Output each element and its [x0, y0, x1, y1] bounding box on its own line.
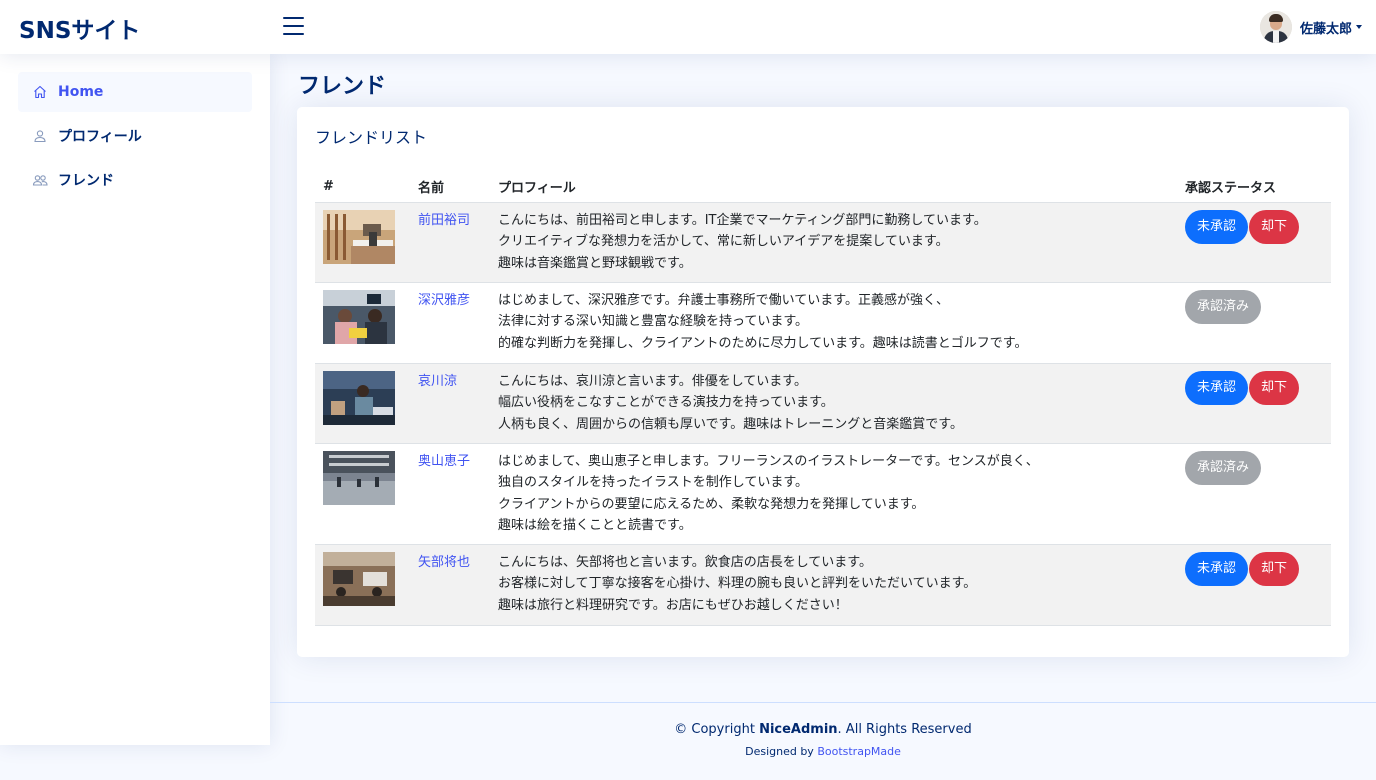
column-header-status: 承認ステータス — [1177, 171, 1331, 203]
friend-name-cell: 前田裕司 — [410, 202, 490, 283]
thumbnail-cell — [315, 544, 410, 626]
column-header-profile: プロフィール — [490, 171, 1177, 203]
profile-line: こんにちは、矢部将也と言います。飲食店の店長をしています。 — [498, 554, 873, 570]
copyright-text: © Copyright NiceAdmin. All Rights Reserv… — [270, 722, 1376, 737]
profile-cell: こんにちは、矢部将也と言います。飲食店の店長をしています。 お客様に対して丁寧な… — [490, 544, 1177, 626]
profile-line: 幅広い役柄をこなすことができる演技力を持っています。 — [498, 395, 834, 410]
user-name: 佐藤太郎 — [1299, 21, 1352, 37]
profile-line: 独自のスタイルを持ったイラストを制作しています。 — [498, 475, 809, 490]
status-cell: 未承認 却下 — [1177, 363, 1331, 444]
status-cell: 承認済み — [1177, 282, 1331, 364]
status-cell: 未承認 却下 — [1177, 544, 1331, 626]
profile-line: お客様に対して丁寧な接客を心掛け、料理の腕も良いと評判をいただいています。 — [498, 576, 977, 591]
friend-photo — [323, 289, 395, 344]
friend-name-link[interactable]: 奥山恵子 — [418, 454, 470, 469]
sidebar-item-label: プロフィール — [58, 129, 142, 145]
profile-line: 人柄も良く、周囲からの信頼も厚いです。趣味はトレーニングと音楽鑑賞です。 — [498, 416, 964, 432]
reject-button[interactable]: 却下 — [1249, 551, 1300, 586]
profile-line: 趣味は旅行と料理研究です。お店にもぜひお越しください！ — [498, 597, 848, 613]
approved-button[interactable]: 承認済み — [1185, 289, 1262, 324]
profile-line: 法律に対する深い知識と豊富な経験を持っています。 — [498, 314, 809, 329]
house-icon — [32, 84, 48, 100]
designer-link[interactable]: BootstrapMade — [817, 745, 901, 758]
profile-line: こんにちは、哀川涼と言います。俳優をしています。 — [498, 373, 808, 389]
table-header-row: # 名前 プロフィール 承認ステータス — [315, 171, 1331, 203]
pending-button[interactable]: 未承認 — [1185, 209, 1249, 244]
profile-line: 的確な判断力を発揮し、クライアントのために尽力しています。趣味は読書とゴルフです… — [498, 335, 1028, 351]
sidebar-item-friends[interactable]: フレンド — [18, 160, 252, 200]
thumbnail-cell — [315, 202, 410, 283]
pending-button[interactable]: 未承認 — [1185, 370, 1249, 405]
people-icon — [32, 172, 48, 188]
credits-text: Designed by BootstrapMade — [270, 745, 1376, 758]
column-header-number: # — [315, 171, 410, 203]
friend-name-link[interactable]: 哀川涼 — [418, 374, 457, 389]
sidebar-item-label: フレンド — [58, 173, 114, 189]
copyright-prefix: © Copyright — [674, 722, 760, 737]
friend-photo — [323, 551, 395, 606]
hamburger-menu-icon[interactable] — [283, 17, 305, 37]
table-row: 哀川涼 こんにちは、哀川涼と言います。俳優をしています。 幅広い役柄をこなすこと… — [315, 363, 1331, 444]
footer: © Copyright NiceAdmin. All Rights Reserv… — [270, 702, 1376, 780]
table-row: 深沢雅彦 はじめまして、深沢雅彦です。弁護士事務所で働いています。正義感が強く、… — [315, 282, 1331, 364]
friend-name-cell: 深沢雅彦 — [410, 282, 490, 364]
thumbnail-cell — [315, 282, 410, 364]
profile-line: 趣味は音楽鑑賞と野球観戦です。 — [498, 255, 692, 271]
profile-cell: こんにちは、前田裕司と申します。IT企業でマーケティング部門に勤務しています。 … — [490, 202, 1177, 283]
header: SNSサイト 佐藤太郎 — [0, 0, 1376, 54]
thumbnail-cell — [315, 443, 410, 545]
friend-photo — [323, 209, 395, 264]
card-title: フレンドリスト — [315, 128, 428, 147]
profile-cell: はじめまして、深沢雅彦です。弁護士事務所で働いています。正義感が強く、 法律に対… — [490, 282, 1177, 364]
user-profile-dropdown[interactable]: 佐藤太郎 — [1259, 11, 1362, 43]
site-logo[interactable]: SNSサイト — [19, 11, 140, 45]
profile-cell: こんにちは、哀川涼と言います。俳優をしています。 幅広い役柄をこなすことができる… — [490, 363, 1177, 444]
friend-name-cell: 哀川涼 — [410, 363, 490, 444]
friend-name-link[interactable]: 矢部将也 — [418, 555, 470, 570]
sidebar-item-home[interactable]: Home — [18, 72, 252, 112]
table-row: 奥山恵子 はじめまして、奥山恵子と申します。フリーランスのイラストレーターです。… — [315, 443, 1331, 545]
table-row: 矢部将也 こんにちは、矢部将也と言います。飲食店の店長をしています。 お客様に対… — [315, 544, 1331, 626]
friend-list-card: フレンドリスト # 名前 プロフィール 承認ステータス 前田裕司 こんにちは、前… — [297, 107, 1349, 657]
status-cell: 未承認 却下 — [1177, 202, 1331, 283]
sidebar: Home プロフィール フレンド — [0, 54, 270, 745]
person-icon — [32, 128, 48, 144]
sidebar-item-label: Home — [58, 84, 104, 100]
chevron-down-icon — [1356, 25, 1362, 29]
pending-button[interactable]: 未承認 — [1185, 551, 1249, 586]
avatar — [1259, 11, 1292, 43]
profile-line: クリエイティブな発想力を活かして、常に新しいアイデアを提案しています。 — [498, 234, 949, 249]
friend-table: # 名前 プロフィール 承認ステータス 前田裕司 こんにちは、前田裕司と申します… — [315, 171, 1331, 626]
profile-line: こんにちは、前田裕司と申します。IT企業でマーケティング部門に勤務しています。 — [498, 212, 987, 228]
designed-by-label: Designed by — [745, 745, 818, 758]
reject-button[interactable]: 却下 — [1249, 209, 1300, 244]
sidebar-item-profile[interactable]: プロフィール — [18, 116, 252, 156]
table-row: 前田裕司 こんにちは、前田裕司と申します。IT企業でマーケティング部門に勤務して… — [315, 202, 1331, 283]
page-title: フレンド — [298, 74, 387, 99]
status-cell: 承認済み — [1177, 443, 1331, 545]
approved-button[interactable]: 承認済み — [1185, 450, 1262, 485]
reject-button[interactable]: 却下 — [1249, 370, 1300, 405]
profile-cell: はじめまして、奥山恵子と申します。フリーランスのイラストレーターです。センスが良… — [490, 443, 1177, 545]
friend-name-link[interactable]: 前田裕司 — [418, 213, 470, 228]
friend-photo — [323, 370, 395, 425]
profile-line: はじめまして、深沢雅彦です。弁護士事務所で働いています。正義感が強く、 — [498, 292, 949, 308]
friend-photo — [323, 450, 395, 505]
friend-name-cell: 矢部将也 — [410, 544, 490, 626]
brand-name: NiceAdmin — [759, 722, 838, 737]
profile-line: 趣味は絵を描くことと読書です。 — [498, 518, 692, 533]
profile-line: クライアントからの要望に応えるため、柔軟な発想力を発揮しています。 — [498, 496, 925, 512]
thumbnail-cell — [315, 363, 410, 444]
column-header-name: 名前 — [410, 171, 490, 203]
profile-line: はじめまして、奥山恵子と申します。フリーランスのイラストレーターです。センスが良… — [498, 453, 1039, 469]
friend-name-cell: 奥山恵子 — [410, 443, 490, 545]
copyright-suffix: . All Rights Reserved — [837, 722, 972, 737]
friend-name-link[interactable]: 深沢雅彦 — [418, 293, 470, 308]
